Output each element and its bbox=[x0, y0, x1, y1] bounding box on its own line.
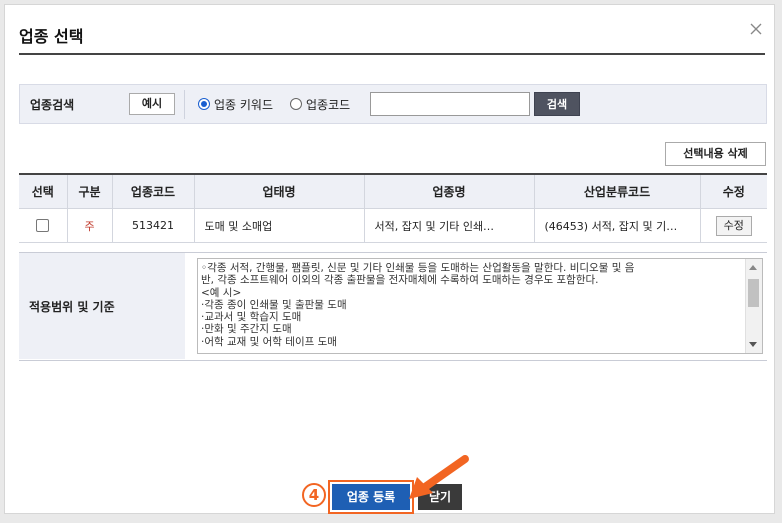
scroll-down-icon[interactable] bbox=[749, 342, 757, 347]
scope-line: ◦각종 서적, 간행물, 팸플릿, 신문 및 기타 인쇄물 등을 도매하는 산업… bbox=[201, 262, 635, 274]
dialog-title: 업종 선택 bbox=[19, 27, 84, 46]
radio-keyword-label[interactable]: 업종 키워드 bbox=[214, 96, 273, 113]
step-badge: 4 bbox=[302, 483, 326, 507]
radio-code-label[interactable]: 업종코드 bbox=[306, 96, 350, 113]
row-edit-button[interactable]: 수정 bbox=[715, 215, 752, 236]
row-industry-code: (46453) 서적, 잡지 및 기… bbox=[533, 208, 701, 243]
search-divider bbox=[184, 90, 185, 119]
scope-line: ·만화 및 주간지 도매 bbox=[201, 323, 292, 336]
industry-table: 선택 구분 업종코드 업태명 업종명 산업분류코드 수정 주 513421 도매… bbox=[19, 173, 767, 243]
search-input[interactable] bbox=[370, 92, 530, 116]
scroll-up-icon[interactable] bbox=[749, 265, 757, 270]
row-select-cell bbox=[19, 208, 68, 243]
example-button[interactable]: 예시 bbox=[129, 93, 175, 115]
scope-section: 적용범위 및 기준 ◦각종 서적, 간행물, 팸플릿, 신문 및 기타 인쇄물 … bbox=[19, 252, 767, 361]
header-code: 업종코드 bbox=[111, 174, 195, 209]
row-business-type: 도매 및 소매업 bbox=[193, 208, 365, 243]
table-header-row: 선택 구분 업종코드 업태명 업종명 산업분류코드 수정 bbox=[19, 174, 767, 209]
search-panel: 업종검색 예시 업종 키워드 업종코드 검색 bbox=[19, 84, 767, 124]
scope-label: 적용범위 및 기준 bbox=[19, 253, 185, 359]
close-icon[interactable] bbox=[746, 19, 766, 39]
register-button[interactable]: 업종 등록 bbox=[332, 484, 410, 510]
row-code: 513421 bbox=[111, 208, 195, 243]
header-type: 구분 bbox=[66, 174, 113, 209]
header-business-name: 업종명 bbox=[363, 174, 535, 209]
row-edit-cell: 수정 bbox=[699, 208, 767, 243]
table-row: 주 513421 도매 및 소매업 서적, 잡지 및 기타 인쇄… (46453… bbox=[19, 208, 767, 243]
row-checkbox[interactable] bbox=[36, 219, 50, 233]
search-button[interactable]: 검색 bbox=[534, 92, 580, 116]
header-industry-code: 산업분류코드 bbox=[533, 174, 701, 209]
scope-line: ·각종 종이 인쇄물 및 출판물 도매 bbox=[201, 298, 347, 311]
scope-line: <예 시> bbox=[201, 286, 242, 299]
header-select: 선택 bbox=[19, 174, 68, 209]
delete-selection-button[interactable]: 선택내용 삭제 bbox=[665, 142, 766, 166]
title-divider bbox=[19, 53, 765, 55]
search-label: 업종검색 bbox=[30, 98, 75, 112]
pointer-arrow-icon bbox=[409, 455, 469, 499]
header-business-type: 업태명 bbox=[193, 174, 365, 209]
scope-line: 반, 각종 소프트웨어 이외의 각종 출판물을 전자매체에 수록하여 도매하는 … bbox=[201, 274, 599, 287]
scope-line: ·교과서 및 학습지 도매 bbox=[201, 311, 302, 324]
header-edit: 수정 bbox=[699, 174, 767, 209]
scope-label-text: 적용범위 및 기준 bbox=[29, 299, 115, 314]
industry-select-dialog: 업종 선택 업종검색 예시 업종 키워드 업종코드 검색 선택내용 삭제 선택 … bbox=[4, 4, 775, 514]
scope-textarea[interactable]: ◦각종 서적, 간행물, 팸플릿, 신문 및 기타 인쇄물 등을 도매하는 산업… bbox=[197, 258, 763, 354]
row-type: 주 bbox=[66, 208, 113, 243]
scope-scrollbar[interactable] bbox=[745, 259, 762, 353]
radio-code[interactable] bbox=[290, 98, 302, 110]
row-business-name: 서적, 잡지 및 기타 인쇄… bbox=[363, 208, 535, 243]
radio-keyword[interactable] bbox=[198, 98, 210, 110]
scope-line: ·어학 교재 및 어학 테이프 도매 bbox=[201, 335, 337, 348]
scroll-thumb[interactable] bbox=[748, 279, 759, 307]
